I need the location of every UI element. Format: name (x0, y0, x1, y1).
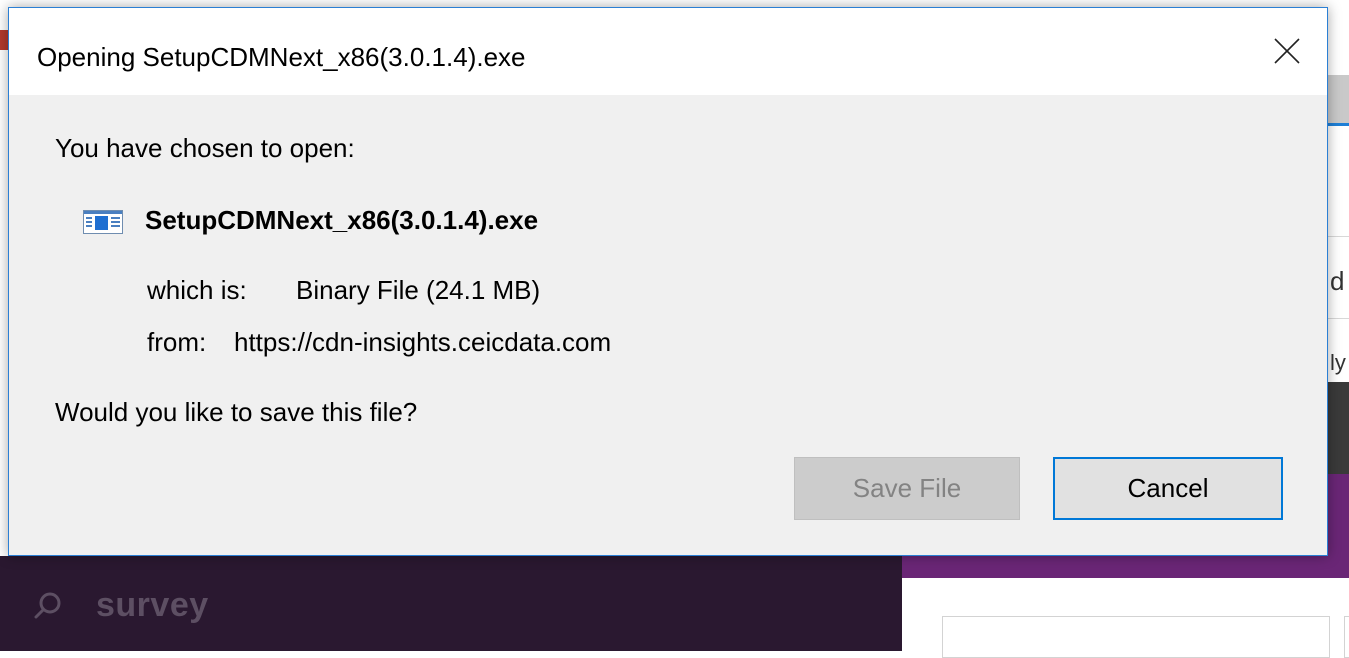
background-text-fragment: d (1330, 266, 1345, 296)
dialog-titlebar: Opening SetupCDMNext_x86(3.0.1.4).exe (9, 8, 1327, 95)
dialog-title: Opening SetupCDMNext_x86(3.0.1.4).exe (37, 42, 526, 72)
background-text-fragment: ly (1330, 350, 1346, 375)
search-icon[interactable] (34, 592, 62, 620)
background-card (1344, 616, 1349, 658)
application-icon (83, 210, 123, 234)
dialog-question: Would you like to save this file? (55, 397, 418, 427)
dialog-content: You have chosen to open: SetupCDMNext_x8… (9, 95, 1327, 555)
download-dialog: Opening SetupCDMNext_x86(3.0.1.4).exe Yo… (8, 7, 1328, 556)
save-file-button[interactable]: Save File (794, 457, 1020, 520)
background-fragment (0, 30, 8, 50)
file-name: SetupCDMNext_x86(3.0.1.4).exe (145, 205, 539, 235)
close-icon (1274, 38, 1300, 64)
dialog-prompt: You have chosen to open: (55, 133, 355, 163)
search-input[interactable]: survey (96, 586, 209, 625)
background-card (942, 616, 1330, 658)
file-type-label: which is: (147, 275, 247, 305)
file-source-value: https://cdn-insights.ceicdata.com (234, 327, 612, 357)
file-source-label: from: (147, 327, 207, 357)
file-type-value: Binary File (24.1 MB) (296, 275, 541, 305)
close-button[interactable] (1257, 26, 1317, 76)
cancel-button[interactable]: Cancel (1053, 457, 1283, 520)
